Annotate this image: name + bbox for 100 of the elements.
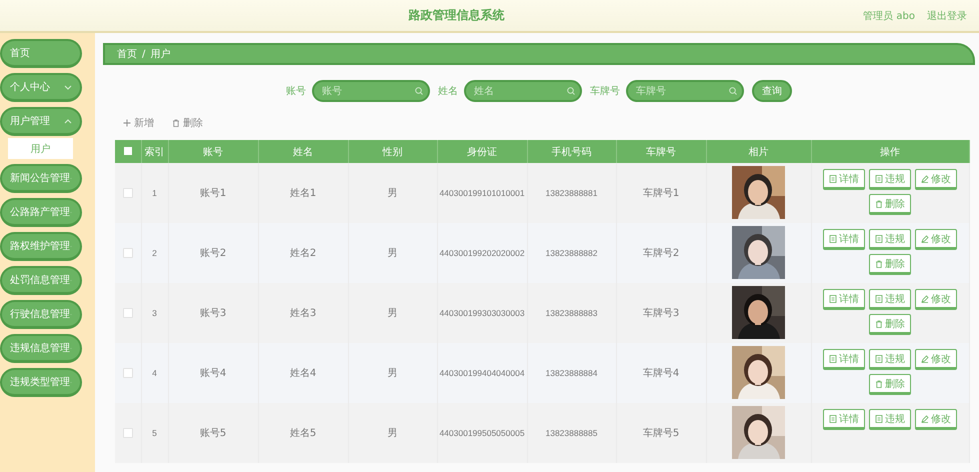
user-label: 管理员 abo — [863, 10, 915, 22]
submenu-item[interactable]: 用户 — [8, 138, 73, 159]
column-header: 操作 — [880, 146, 900, 158]
table-cell: 男 — [388, 428, 398, 439]
sidebar-menu-item[interactable]: 行驶信息管理 — [0, 300, 82, 329]
sidebar-menu-item[interactable]: 公路路产管理 — [0, 198, 82, 227]
table-cell: 440300199303030003 — [439, 308, 525, 318]
search-field[interactable]: 姓名 — [464, 80, 582, 102]
document-icon — [875, 234, 883, 242]
document-icon — [829, 234, 837, 242]
edit-button[interactable]: 修改 — [915, 229, 957, 250]
column-header: 身份证 — [467, 146, 497, 158]
sidebar-menu-item[interactable]: 新闻公告管理 — [0, 164, 82, 193]
breadcrumb-link[interactable]: 用户 — [150, 47, 170, 61]
breadcrumb-separator: / — [142, 48, 146, 60]
sidebar-menu-item[interactable]: 路权维护管理 — [0, 232, 82, 261]
sidebar-menu-item[interactable]: 首页 — [0, 39, 82, 68]
search-icon — [729, 87, 737, 95]
edit-button[interactable]: 修改 — [915, 169, 957, 190]
table-cell: 车牌号2 — [642, 248, 680, 259]
column-header: 索引 — [144, 146, 164, 158]
table-cell: 男 — [388, 188, 398, 199]
column-header: 性别 — [382, 146, 402, 158]
add-button[interactable]: 新增 — [123, 116, 154, 130]
pencil-icon — [921, 174, 929, 182]
violation-button[interactable]: 违规 — [869, 349, 911, 370]
document-icon — [829, 414, 837, 422]
table-cell: 车牌号5 — [642, 428, 680, 439]
row-checkbox[interactable] — [122, 308, 133, 318]
sidebar-menu-item[interactable]: 用户管理 — [0, 107, 82, 136]
delete-button[interactable]: 删除 — [869, 374, 911, 395]
delete-button[interactable]: 删除 — [172, 116, 203, 130]
table-cell: 440300199404040004 — [439, 368, 525, 378]
pencil-icon — [921, 234, 929, 242]
document-icon — [875, 354, 883, 362]
table-cell: 男 — [388, 248, 398, 259]
row-checkbox[interactable] — [122, 428, 133, 438]
column-header: 手机号码 — [552, 146, 592, 158]
breadcrumb-link[interactable]: 首页 — [117, 47, 137, 61]
row-checkbox[interactable] — [122, 188, 133, 198]
detail-button[interactable]: 详情 — [823, 229, 865, 250]
edit-button[interactable]: 修改 — [915, 409, 957, 430]
search-field[interactable]: 车牌号 — [626, 80, 744, 102]
table-cell: 440300199101010001 — [439, 188, 525, 198]
violation-button[interactable]: 违规 — [869, 169, 911, 190]
document-icon — [875, 294, 883, 302]
detail-button[interactable]: 详情 — [823, 169, 865, 190]
edit-button[interactable]: 修改 — [915, 349, 957, 370]
table-cell: 1 — [152, 188, 157, 198]
detail-button[interactable]: 详情 — [823, 289, 865, 310]
table-cell: 男 — [388, 308, 398, 319]
sidebar-menu-item[interactable]: 违规类型管理 — [0, 368, 82, 397]
sidebar-menu-item[interactable]: 违规信息管理 — [0, 334, 82, 363]
field-label: 车牌号 — [590, 84, 620, 98]
logout-link[interactable]: 退出登录 — [927, 8, 967, 22]
search-icon — [567, 87, 575, 95]
delete-button[interactable]: 删除 — [869, 254, 911, 275]
column-header: 车牌号 — [646, 146, 676, 158]
row-checkbox[interactable] — [122, 368, 133, 378]
table-cell: 13823888882 — [545, 248, 598, 258]
table-cell: 车牌号4 — [642, 368, 680, 379]
violation-button[interactable]: 违规 — [869, 289, 911, 310]
trash-icon — [875, 260, 883, 268]
column-header: 账号 — [203, 146, 223, 158]
table-cell: 姓名5 — [290, 428, 316, 439]
pencil-icon — [921, 294, 929, 302]
query-button[interactable]: 查询 — [752, 80, 792, 102]
pencil-icon — [921, 414, 929, 422]
detail-button[interactable]: 详情 — [823, 349, 865, 370]
trash-icon — [875, 320, 883, 328]
delete-button[interactable]: 删除 — [869, 314, 911, 335]
table-cell: 440300199505050005 — [439, 428, 525, 438]
sidebar-menu-item[interactable]: 处罚信息管理 — [0, 266, 82, 295]
delete-button[interactable]: 删除 — [869, 194, 911, 215]
document-icon — [829, 354, 837, 362]
table-cell: 4 — [152, 368, 157, 378]
plus-icon — [123, 119, 131, 127]
pencil-icon — [921, 354, 929, 362]
edit-button[interactable]: 修改 — [915, 289, 957, 310]
detail-button[interactable]: 详情 — [823, 409, 865, 430]
table-cell: 姓名2 — [290, 248, 316, 259]
table-cell: 440300199202020002 — [439, 248, 525, 258]
table-cell: 3 — [152, 308, 157, 318]
document-icon — [829, 174, 837, 182]
table-cell: 2 — [152, 248, 157, 258]
table-cell: 车牌号3 — [642, 308, 680, 319]
table-cell: 姓名1 — [290, 188, 316, 199]
select-all-checkbox[interactable] — [124, 147, 132, 156]
row-checkbox[interactable] — [122, 248, 133, 258]
table-cell: 账号4 — [200, 368, 226, 379]
trash-icon — [875, 380, 883, 388]
search-field[interactable]: 账号 — [312, 80, 430, 102]
violation-button[interactable]: 违规 — [869, 409, 911, 430]
search-icon — [415, 87, 423, 95]
sidebar-menu-item[interactable]: 个人中心 — [0, 73, 82, 102]
table-cell: 账号3 — [200, 308, 226, 319]
table-cell: 账号1 — [200, 188, 226, 199]
field-label: 账号 — [286, 84, 306, 98]
table-cell: 13823888881 — [545, 188, 598, 198]
violation-button[interactable]: 违规 — [869, 229, 911, 250]
